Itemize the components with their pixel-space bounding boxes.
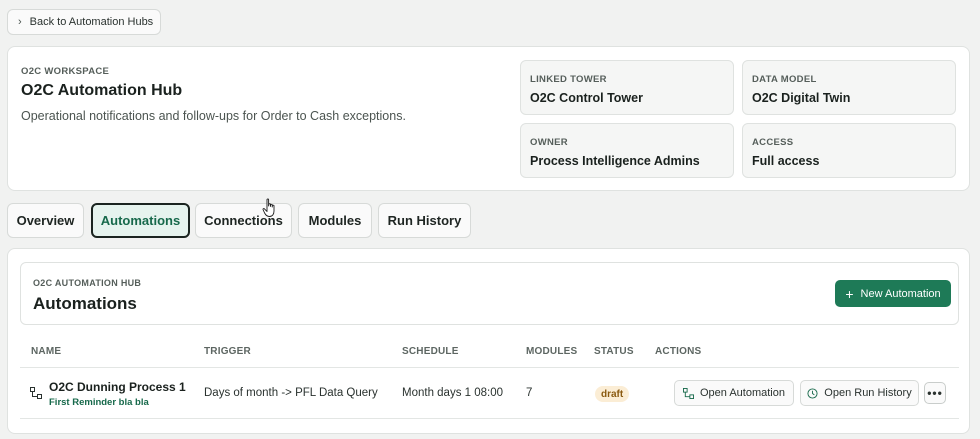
automation-trigger: Days of month -> PFL Data Query	[204, 387, 378, 399]
tab-overview[interactable]: Overview	[7, 203, 84, 238]
workspace-eyebrow: O2C WORKSPACE	[21, 66, 110, 77]
chevron-left-icon: ›	[18, 16, 22, 28]
plus-icon: +	[845, 285, 854, 302]
open-run-history-label: Open Run History	[824, 387, 912, 399]
info-access: ACCESS Full access	[742, 123, 956, 178]
automation-schedule: Month days 1 08:00	[402, 387, 504, 399]
automations-header-card: O2C AUTOMATION HUB Automations + New Aut…	[20, 262, 959, 325]
automations-panel: O2C AUTOMATION HUB Automations + New Aut…	[7, 248, 970, 434]
clock-icon	[807, 387, 818, 399]
open-automation-label: Open Automation	[699, 387, 785, 399]
back-to-hubs-button[interactable]: › Back to Automation Hubs	[7, 9, 161, 35]
info-label: OWNER	[530, 137, 568, 148]
column-header-schedule: SCHEDULE	[402, 346, 459, 357]
info-data-model: DATA MODEL O2C Digital Twin	[742, 60, 956, 115]
info-value: O2C Control Tower	[530, 91, 643, 105]
info-value: Full access	[752, 154, 820, 168]
automation-modules-count: 7	[526, 387, 533, 399]
automations-title: Automations	[33, 294, 137, 313]
workspace-description: Operational notifications and follow-ups…	[21, 109, 406, 123]
back-button-label: Back to Automation Hubs	[29, 16, 154, 28]
automations-eyebrow: O2C AUTOMATION HUB	[33, 278, 142, 288]
open-run-history-button[interactable]: Open Run History	[800, 380, 919, 406]
workflow-icon	[30, 387, 42, 399]
table-divider	[20, 367, 959, 368]
table-row-divider	[20, 418, 959, 419]
tab-modules[interactable]: Modules	[298, 203, 372, 238]
tab-run-history[interactable]: Run History	[378, 203, 471, 238]
info-label: DATA MODEL	[752, 74, 817, 85]
info-owner: OWNER Process Intelligence Admins	[520, 123, 734, 178]
info-value: O2C Digital Twin	[752, 91, 851, 105]
automation-name-link[interactable]: O2C Dunning Process 1	[49, 380, 186, 394]
open-automation-button[interactable]: Open Automation	[674, 380, 794, 406]
tab-automations[interactable]: Automations	[91, 203, 190, 238]
new-automation-button[interactable]: + New Automation	[835, 280, 951, 307]
workspace-header-card: O2C WORKSPACE O2C Automation Hub Operati…	[7, 46, 970, 191]
workspace-title: O2C Automation Hub	[21, 82, 183, 99]
more-actions-button[interactable]: •••	[924, 382, 946, 404]
info-value: Process Intelligence Admins	[530, 154, 700, 168]
status-badge: draft	[595, 386, 630, 402]
new-automation-label: New Automation	[860, 287, 941, 300]
workflow-icon	[682, 387, 694, 399]
column-header-actions: ACTIONS	[655, 346, 702, 357]
info-label: LINKED TOWER	[530, 74, 607, 85]
hand-cursor-icon	[262, 198, 275, 217]
info-linked-tower: LINKED TOWER O2C Control Tower	[520, 60, 734, 115]
column-header-modules: MODULES	[526, 346, 578, 357]
column-header-name: NAME	[31, 346, 62, 357]
column-header-trigger: TRIGGER	[204, 346, 251, 357]
info-label: ACCESS	[752, 137, 794, 148]
column-header-status: STATUS	[594, 346, 634, 357]
automation-subtitle: First Reminder bla bla	[49, 397, 149, 408]
